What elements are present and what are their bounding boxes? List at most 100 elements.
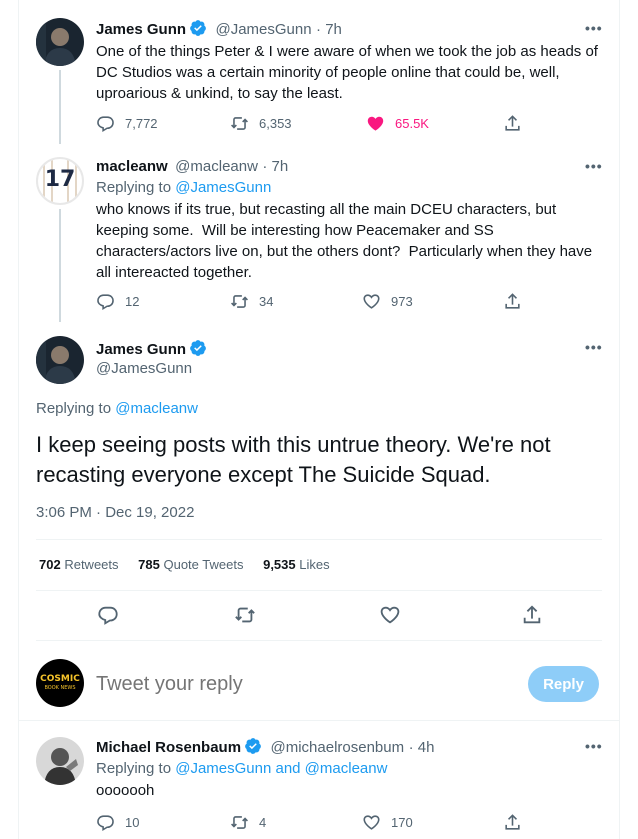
divider	[18, 720, 620, 721]
reply-icon	[97, 294, 114, 311]
replying-to: Replying to @JamesGunn	[96, 178, 271, 198]
reply-count: 10	[125, 815, 140, 830]
like-button[interactable]	[379, 604, 401, 631]
share-icon	[523, 605, 541, 624]
retweet-count: 34	[259, 294, 274, 309]
tweet-time[interactable]: · 7h	[316, 21, 342, 38]
retweet-icon	[231, 295, 248, 308]
thread-line	[59, 209, 61, 322]
like-count: 973	[391, 294, 413, 309]
author-name[interactable]: James Gunn	[96, 21, 186, 38]
like-icon	[367, 116, 384, 131]
avatar-michael-rosenbaum[interactable]	[36, 737, 84, 785]
reply-action[interactable]: 10	[96, 813, 139, 832]
verified-icon	[190, 20, 206, 36]
more-icon[interactable]: •••	[585, 158, 603, 174]
avatar-number: 17	[44, 167, 76, 192]
quotes-count: 785	[138, 557, 160, 572]
more-icon[interactable]: •••	[585, 20, 603, 36]
verified-icon	[245, 738, 261, 754]
avatar-macleanw[interactable]: 17	[36, 157, 84, 205]
author-handle[interactable]: @JamesGunn	[215, 21, 311, 38]
author-name[interactable]: Michael Rosenbaum	[96, 739, 241, 756]
avatar-james-gunn[interactable]	[36, 336, 84, 384]
retweet-icon	[231, 816, 248, 829]
reply-count: 12	[125, 294, 140, 309]
replying-to-link[interactable]: @JamesGunn	[175, 179, 271, 196]
thread-line	[59, 70, 61, 144]
share-icon	[505, 293, 520, 309]
reply-submit-button[interactable]: Reply	[528, 666, 599, 702]
tweet-header: Michael Rosenbaum @michaelrosenbum · 4h	[96, 737, 434, 758]
like-icon	[380, 606, 400, 624]
replying-to-label: Replying to	[36, 400, 112, 417]
reply-count: 7,772	[125, 116, 158, 131]
replying-to-link[interactable]: @JamesGunn and @macleanw	[175, 760, 387, 777]
reply-action[interactable]: 12	[96, 292, 139, 311]
divider	[36, 539, 602, 540]
retweet-button[interactable]	[234, 604, 256, 631]
avatar-cosmic-book-news[interactable]: COSMIC BOOK NEWS	[36, 659, 84, 707]
retweets-stat[interactable]: 702 Retweets	[39, 557, 119, 572]
quotes-stat[interactable]: 785 Quote Tweets	[138, 557, 243, 572]
author-handle[interactable]: @macleanw	[175, 158, 258, 175]
likes-stat[interactable]: 9,535 Likes	[263, 557, 330, 572]
divider	[36, 640, 602, 641]
tweet-time[interactable]: · 7h	[262, 158, 288, 175]
retweet-icon	[231, 117, 248, 130]
more-icon[interactable]: •••	[585, 339, 603, 355]
author-name-row: James Gunn	[96, 339, 207, 359]
replying-to-label: Replying to	[96, 760, 172, 777]
main-tweet-text: I keep seeing posts with this untrue the…	[36, 432, 551, 487]
retweet-action[interactable]: 6,353	[230, 114, 292, 133]
retweets-label: Retweets	[64, 557, 119, 572]
divider	[36, 590, 602, 591]
retweet-action[interactable]: 34	[230, 292, 273, 311]
replying-to-link[interactable]: @macleanw	[115, 400, 198, 417]
tweet-text: ooooooh	[96, 782, 155, 799]
avatar-logo-line1: COSMIC	[40, 674, 80, 684]
verified-icon	[190, 340, 206, 356]
like-action[interactable]: 973	[362, 292, 413, 311]
share-icon	[505, 814, 520, 830]
like-icon	[363, 815, 380, 830]
author-name[interactable]: macleanw	[96, 158, 168, 175]
tweet-text: One of the things Peter & I were aware o…	[96, 43, 598, 102]
tweet-header: James Gunn @JamesGunn · 7h	[96, 19, 342, 40]
tweet-time[interactable]: · 4h	[409, 739, 435, 756]
likes-label: Likes	[299, 557, 330, 572]
share-button[interactable]	[521, 604, 543, 631]
share-icon	[505, 115, 520, 131]
reply-icon	[97, 815, 114, 832]
replying-to: Replying to @JamesGunn and @macleanw	[96, 759, 387, 779]
reply-icon	[97, 116, 114, 133]
replying-to: Replying to @macleanw	[36, 399, 198, 419]
retweet-icon	[235, 607, 255, 623]
likes-count: 9,535	[263, 557, 296, 572]
retweet-count: 6,353	[259, 116, 292, 131]
quotes-label: Quote Tweets	[163, 557, 244, 572]
avatar-james-gunn[interactable]	[36, 18, 84, 66]
tweet-timestamp[interactable]: 3:06 PM · Dec 19, 2022	[36, 503, 194, 523]
like-count: 170	[391, 815, 413, 830]
author-name[interactable]: James Gunn	[96, 341, 186, 358]
more-icon[interactable]: •••	[585, 738, 603, 754]
reply-action[interactable]: 7,772	[96, 114, 158, 133]
reply-button[interactable]	[97, 604, 119, 631]
retweet-count: 4	[259, 815, 267, 830]
avatar-logo-line2: BOOK NEWS	[44, 685, 76, 691]
author-handle[interactable]: @JamesGunn	[96, 359, 192, 379]
reply-input[interactable]	[96, 670, 516, 698]
like-icon	[363, 294, 380, 309]
share-action[interactable]	[503, 813, 522, 832]
author-handle[interactable]: @michaelrosenbum	[271, 739, 405, 756]
share-action[interactable]	[503, 292, 522, 311]
tweet-text: who knows if its true, but recasting all…	[96, 201, 597, 281]
like-action[interactable]: 65.5K	[366, 114, 429, 133]
retweets-count: 702	[39, 557, 61, 572]
share-action[interactable]	[503, 114, 522, 133]
tweet-header: macleanw @macleanw · 7h	[96, 157, 288, 177]
retweet-action[interactable]: 4	[230, 813, 266, 832]
like-action[interactable]: 170	[362, 813, 413, 832]
replying-to-label: Replying to	[96, 179, 172, 196]
